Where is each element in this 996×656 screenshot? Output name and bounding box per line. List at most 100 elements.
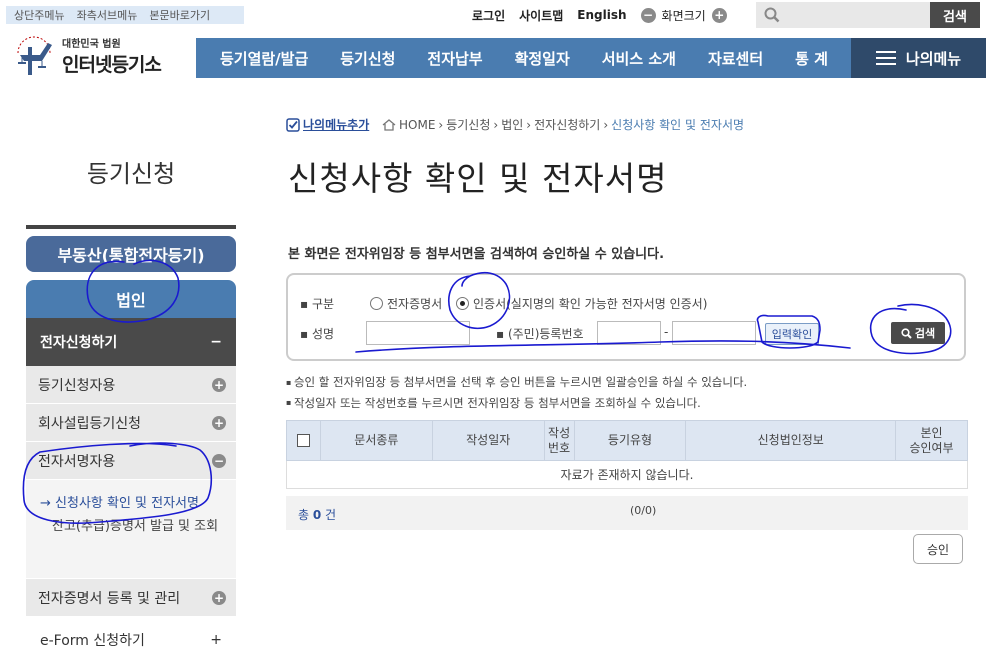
lnb-item-applicant[interactable]: 등기신청자용 +	[26, 366, 236, 404]
lnb-item-label: 전자서명자용	[38, 453, 116, 470]
logo-title: 인터넷등기소	[62, 54, 162, 76]
approve-button[interactable]: 승인	[913, 534, 963, 564]
note-1: 승인 할 전자위임장 등 첨부서면을 선택 후 승인 버튼을 누르시면 일괄승인…	[286, 372, 747, 393]
gnb-item-fixed-date[interactable]: 확정일자	[515, 48, 570, 69]
page-title: 신청사항 확인 및 전자서명	[288, 159, 668, 198]
radio-label: 인증서(실지명의 확인 가능한 전자서명 인증서)	[473, 297, 708, 311]
radio-checked-icon	[456, 297, 469, 310]
court-emblem-icon	[12, 33, 56, 79]
skip-links: 상단주메뉴 좌측서브메뉴 본문바로가기	[6, 6, 244, 24]
breadcrumb-sep: ›	[493, 117, 499, 132]
lnb-item-eform[interactable]: e-Form 신청하기 +	[26, 624, 236, 656]
collapse-icon: −	[212, 453, 226, 468]
lnb-sub-item-confirm-sign[interactable]: → 신청사항 확인 및 전자서명	[40, 492, 226, 515]
lnb-item-cert-manage[interactable]: 전자증명서 등록 및 관리 +	[26, 579, 236, 617]
breadcrumb-home[interactable]: HOME	[399, 118, 435, 132]
gnb-item-service[interactable]: 서비스 소개	[602, 48, 676, 69]
search-icon	[901, 327, 912, 339]
search-button-label: 검색	[914, 327, 936, 340]
collapse-icon: −	[210, 334, 222, 350]
login-link[interactable]: 로그인	[472, 7, 505, 24]
col-date: 작성일자	[431, 420, 545, 461]
main-nav: 등기열람/발급 등기신청 전자납부 확정일자 서비스 소개 자료센터 통 계	[196, 38, 852, 78]
breadcrumb-sep: ›	[603, 117, 609, 132]
expand-icon: +	[212, 377, 226, 392]
empty-message: 자료가 존재하지 않습니다.	[286, 460, 968, 489]
add-my-menu-label: 나의메뉴추가	[303, 118, 370, 132]
form-search-button[interactable]: 검색	[891, 322, 945, 344]
page-info: (0/0)	[630, 504, 657, 517]
add-my-menu-button[interactable]: 나의메뉴추가	[286, 116, 369, 133]
lnb-sub-item-balance-cert[interactable]: 잔고(추급)증명서 발급 및 조회	[40, 515, 226, 538]
lnb-item-label: 전자증명서 등록 및 관리	[38, 590, 181, 607]
reg-separator: -	[664, 325, 669, 339]
lnb-item-signer[interactable]: 전자서명자용 −	[26, 442, 236, 480]
gnb-item-resources[interactable]: 자료센터	[708, 48, 763, 69]
home-icon	[382, 118, 396, 131]
skip-link-lnb[interactable]: 좌측서브메뉴	[77, 7, 138, 23]
zoom-out-button[interactable]: −	[640, 7, 656, 23]
search-icon	[764, 7, 780, 23]
lnb-section-e-apply[interactable]: 전자신청하기 −	[26, 318, 236, 366]
select-all-checkbox[interactable]	[296, 434, 310, 447]
name-label: ▪ 성명	[300, 327, 335, 341]
breadcrumb: HOME › 등기신청 › 법인 › 전자신청하기 › 신청사항 확인 및 전자…	[382, 116, 744, 133]
gnb-item-stats[interactable]: 통 계	[795, 48, 828, 69]
skip-link-gnb[interactable]: 상단주메뉴	[14, 7, 65, 23]
gnb-item-apply[interactable]: 등기신청	[340, 48, 395, 69]
gnb-item-payment[interactable]: 전자납부	[427, 48, 482, 69]
breadcrumb-apply[interactable]: 등기신청	[446, 116, 490, 133]
search-form: ▪ 구분 전자증명서 인증서(실지명의 확인 가능한 전자서명 인증서) ▪ 성…	[286, 273, 966, 361]
checkbox-icon	[286, 117, 300, 132]
logo-subtitle: 대한민국 법원	[62, 39, 121, 50]
zoom-in-button[interactable]: +	[711, 7, 727, 23]
breadcrumb-corp[interactable]: 법인	[501, 116, 523, 133]
site-logo[interactable]: 대한민국 법원 인터넷등기소	[12, 30, 192, 82]
lnb-title: 등기신청	[86, 160, 176, 188]
results-table: 문서종류 작성일자 작성 번호 등기유형 신청법인정보 본인 승인여부 자료가 …	[286, 420, 968, 489]
zoom-label: 화면크기	[661, 8, 706, 23]
my-menu-button[interactable]: 나의메뉴	[851, 38, 986, 78]
intro-text: 본 화면은 전자위임장 등 첨부서면을 검색하여 승인하실 수 있습니다.	[288, 247, 665, 262]
col-number: 작성 번호	[543, 420, 575, 461]
expand-icon: +	[212, 415, 226, 430]
english-link[interactable]: English	[577, 8, 626, 22]
lnb-item-realestate[interactable]: 부동산(통합전자등기)	[26, 236, 236, 272]
my-menu-label: 나의메뉴	[905, 49, 962, 68]
lnb-sub-menu: → 신청사항 확인 및 전자서명 잔고(추급)증명서 발급 및 조회	[26, 480, 236, 578]
reg-number-first-input[interactable]	[597, 321, 661, 345]
pager-bar: 총 0 건 (0/0)	[286, 496, 968, 530]
radio-icon	[370, 297, 383, 310]
col-doc-type: 문서종류	[319, 420, 433, 461]
name-input[interactable]	[366, 321, 470, 345]
col-approval: 본인 승인여부	[895, 420, 968, 461]
sitemap-link[interactable]: 사이트맵	[519, 7, 563, 24]
lnb-item-corp[interactable]: 법인	[26, 280, 236, 318]
expand-icon: +	[212, 590, 226, 605]
col-reg-type: 등기유형	[573, 420, 687, 461]
lnb-divider	[26, 225, 236, 229]
breadcrumb-e-apply[interactable]: 전자신청하기	[534, 116, 600, 133]
radio-label: 전자증명서	[387, 297, 443, 311]
table-row: 자료가 존재하지 않습니다.	[286, 460, 968, 489]
note-2: 작성일자 또는 작성번호를 누르시면 전자위임장 등 첨부서면을 조회하실 수 …	[286, 393, 747, 414]
select-all-cell	[286, 420, 321, 461]
table-header-row: 문서종류 작성일자 작성 번호 등기유형 신청법인정보 본인 승인여부	[286, 420, 968, 461]
radio-digital-cert[interactable]: 전자증명서	[370, 295, 442, 312]
radio-certificate[interactable]: 인증서(실지명의 확인 가능한 전자서명 인증서)	[456, 295, 707, 312]
lnb-item-company-setup[interactable]: 회사설립등기신청 +	[26, 404, 236, 442]
search-input[interactable]	[756, 2, 930, 28]
lnb-section-label: 전자신청하기	[40, 335, 118, 351]
confirm-button[interactable]: 입력확인	[765, 323, 819, 345]
search-button[interactable]: 검색	[930, 2, 980, 28]
lnb-item-label: e-Form 신청하기	[40, 633, 145, 649]
breadcrumb-sep: ›	[438, 117, 444, 132]
reg-number-second-input[interactable]	[672, 321, 756, 345]
gnb-item-view-issue[interactable]: 등기열람/발급	[220, 48, 308, 69]
expand-icon: +	[210, 632, 222, 648]
lnb-item-label: 회사설립등기신청	[38, 415, 142, 432]
skip-link-content[interactable]: 본문바로가기	[149, 7, 210, 23]
type-label: ▪ 구분	[300, 297, 335, 311]
breadcrumb-sep: ›	[526, 117, 532, 132]
reg-label: ▪ (주민)등록번호	[496, 327, 584, 341]
